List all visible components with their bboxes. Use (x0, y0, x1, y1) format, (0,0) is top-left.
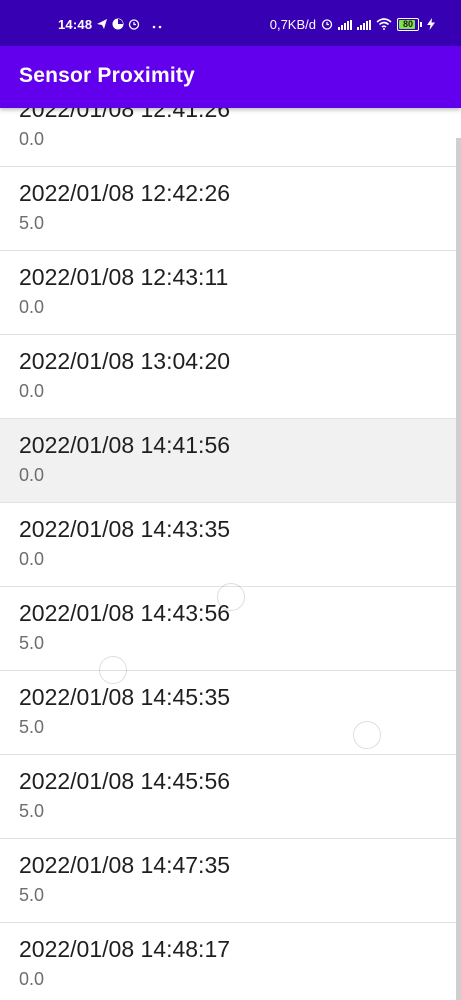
reading-value: 0.0 (19, 297, 45, 317)
touch-indicator (99, 656, 127, 684)
reading-value: 5.0 (19, 717, 45, 737)
status-time: 14:48 (58, 17, 93, 32)
reading-timestamp: 2022/01/08 14:45:35 (19, 684, 231, 710)
reading-value: 0.0 (19, 465, 45, 485)
reading-timestamp: 2022/01/08 12:42:26 (19, 180, 231, 206)
charging-icon (427, 17, 435, 32)
reading-timestamp: 2022/01/08 14:43:35 (19, 516, 231, 542)
reading-value: 0.0 (19, 969, 45, 989)
reading-timestamp: 2022/01/08 12:43:11 (19, 264, 229, 290)
more-dots-icon (152, 19, 162, 31)
alarm-icon (321, 18, 333, 32)
reading-value: 5.0 (19, 885, 45, 905)
wifi-icon (376, 17, 392, 32)
list-item[interactable]: 2022/01/08 14:45:35 5.0 (0, 671, 461, 755)
reading-value: 0.0 (19, 549, 45, 569)
reading-timestamp: 2022/01/08 13:04:20 (19, 348, 231, 374)
page-title: Sensor Proximity (19, 64, 195, 87)
reading-value: 5.0 (19, 633, 45, 653)
touch-indicator (353, 721, 381, 749)
pie-icon (112, 18, 124, 32)
readings-list-content: 2022/01/08 12:41:26 0.0 2022/01/08 12:42:2… (0, 108, 461, 1000)
app-bar: Sensor Proximity (0, 46, 461, 108)
status-bar-right: 0,7KB/d 80 (270, 17, 435, 32)
reading-value: 5.0 (19, 801, 45, 821)
list-item[interactable]: 2022/01/08 14:48:17 0.0 (0, 923, 461, 1000)
list-item[interactable]: 2022/01/08 14:47:35 5.0 (0, 839, 461, 923)
readings-list[interactable]: 2022/01/08 12:41:26 0.0 2022/01/08 12:42:2… (0, 108, 461, 1000)
reading-timestamp: 2022/01/08 14:47:35 (19, 852, 231, 878)
status-bar: 14:48 0,7KB/d 80 (0, 0, 461, 46)
telegram-icon (96, 18, 108, 32)
reading-value: 0.0 (19, 381, 45, 401)
list-item[interactable]: 2022/01/08 12:42:26 5.0 (0, 167, 461, 251)
network-speed: 0,7KB/d (269, 17, 316, 32)
list-item[interactable]: 2022/01/08 14:43:35 0.0 (0, 503, 461, 587)
reading-timestamp: 2022/01/08 12:41:26 (19, 108, 231, 122)
reading-value: 0.0 (19, 129, 45, 149)
status-bar-left: 14:48 (58, 17, 162, 32)
reading-timestamp: 2022/01/08 14:41:56 (19, 432, 231, 458)
signal-icon (357, 19, 371, 30)
alarm-icon (128, 18, 140, 32)
reading-timestamp: 2022/01/08 14:43:56 (19, 600, 231, 626)
reading-timestamp: 2022/01/08 14:48:17 (19, 936, 231, 962)
signal-icon (338, 19, 352, 30)
reading-value: 5.0 (19, 213, 45, 233)
list-item[interactable]: 2022/01/08 14:41:56 0.0 (0, 419, 461, 503)
reading-timestamp: 2022/01/08 14:45:56 (19, 768, 231, 794)
list-item[interactable]: 2022/01/08 12:43:11 0.0 (0, 251, 461, 335)
list-item[interactable]: 2022/01/08 13:04:20 0.0 (0, 335, 461, 419)
battery-level: 80 (402, 19, 413, 29)
battery-icon: 80 (397, 18, 422, 31)
touch-indicator (217, 583, 245, 611)
list-item[interactable]: 2022/01/08 14:45:56 5.0 (0, 755, 461, 839)
scrollbar[interactable] (456, 138, 461, 1000)
list-item[interactable]: 2022/01/08 12:41:26 0.0 (0, 108, 461, 167)
